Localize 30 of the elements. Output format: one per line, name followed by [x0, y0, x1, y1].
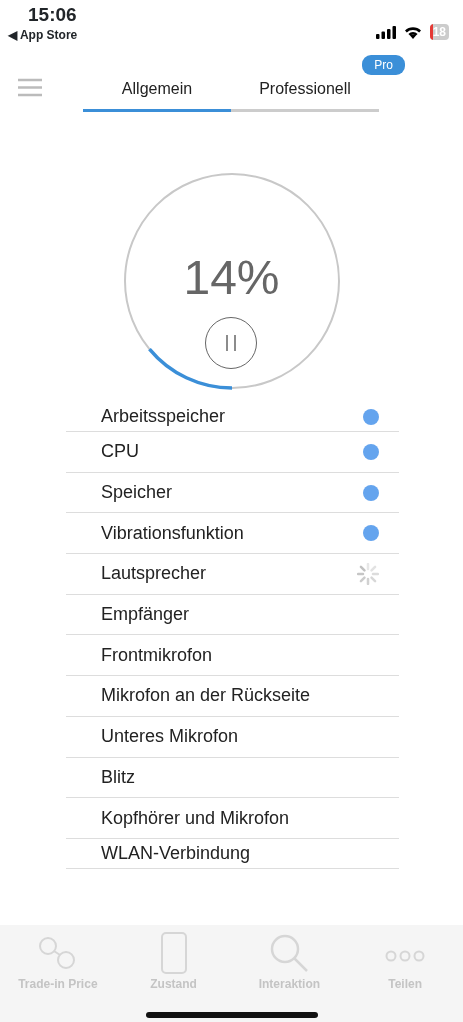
search-icon [269, 933, 310, 973]
test-label: CPU [101, 440, 139, 464]
test-label: Empfänger [101, 603, 190, 627]
test-label: Unteres Mikrofon [101, 725, 239, 749]
signal-icon [375, 25, 396, 39]
test-label: Lautsprecher [101, 562, 207, 586]
test-label: WLAN-Verbindung [101, 841, 251, 865]
tab[interactable]: Allgemein [83, 69, 231, 112]
progress-reading: 14% [182, 250, 281, 306]
pause-icon [225, 335, 236, 351]
status-time: 15:06 [28, 4, 78, 26]
done-dot [363, 408, 379, 425]
back-link[interactable]: ◀ App Store [8, 26, 78, 44]
test-label: Arbeitsspeicher [101, 405, 226, 428]
wifi-icon [403, 25, 422, 39]
test-label: Frontmikrofon [101, 643, 213, 667]
test-label: Kopfhörer und Mikrofon [101, 806, 290, 830]
test-label: Mikrofon an der Rückseite [101, 684, 311, 708]
test-label: Speicher [101, 481, 173, 505]
done-dot [363, 443, 379, 460]
done-dot [363, 484, 379, 501]
more-icon [385, 950, 426, 962]
menu-icon[interactable] [18, 78, 42, 97]
phone-icon [160, 932, 187, 974]
pro-badge: Pro [362, 55, 405, 75]
test-label: Vibrationsfunktion [101, 521, 244, 545]
pause-button[interactable] [204, 317, 257, 369]
spinner-icon [357, 562, 379, 585]
done-dot [363, 525, 379, 542]
test-label: Blitz [101, 765, 135, 789]
